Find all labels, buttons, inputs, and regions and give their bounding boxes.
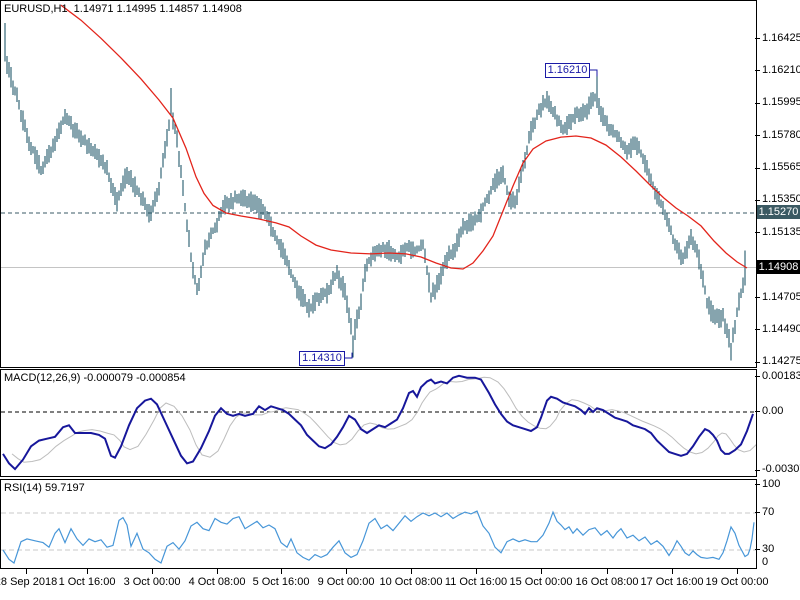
time-axis-tick [346,569,347,574]
time-axis-tick [152,569,153,574]
price-axis-tick [755,103,760,104]
time-axis-label: 3 Oct 00:00 [123,576,181,588]
rsi-axis-tick [755,484,760,485]
price-axis-tick [755,70,760,71]
macd-canvas[interactable] [1,370,756,476]
macd-axis-label: 0.00 [762,404,784,417]
rsi-axis-tick [755,512,760,513]
chart-title: EURUSD,H1 1.14971 1.14995 1.14857 1.1490… [4,3,242,15]
macd-indicator-panel[interactable]: MACD(12,26,9) -0.000079 -0.000854 [0,369,757,477]
rsi-title: RSI(14) 59.7197 [4,482,85,494]
low-price-annotation[interactable]: 1.14310 [299,351,345,366]
chart-window: EURUSD,H1 1.14971 1.14995 1.14857 1.1490… [0,0,800,600]
time-axis-tick [26,569,27,574]
price-axis-tick [755,297,760,298]
time-axis-tick [411,569,412,574]
time-axis-label: 10 Oct 08:00 [379,576,443,588]
rsi-canvas[interactable] [1,480,756,568]
time-axis-tick [476,569,477,574]
time-axis-label: 28 Sep 2018 [0,576,58,588]
rsi-axis-tick [755,549,760,550]
price-axis-tick [755,232,760,233]
time-axis-label: 5 Oct 16:00 [252,576,310,588]
price-axis-label: 1.16425 [762,31,800,44]
price-axis-label: 1.15135 [762,225,800,238]
price-axis-tick [755,362,760,363]
time-axis-tick [217,569,218,574]
main-chart-panel[interactable]: EURUSD,H1 1.14971 1.14995 1.14857 1.1490… [0,0,757,368]
price-axis-label: 1.16210 [762,63,800,76]
time-axis-tick [672,569,673,574]
time-axis-label: 15 Oct 00:00 [509,576,573,588]
macd-title: MACD(12,26,9) -0.000079 -0.000854 [4,372,186,384]
macd-axis-label: -0.003076 [762,463,800,476]
price-chart-canvas[interactable] [1,1,756,367]
rsi-axis-label: 100 [762,477,781,490]
time-axis-tick [607,569,608,574]
price-axis-label: 1.14705 [762,290,800,303]
price-axis-tick [755,200,760,201]
macd-axis-tick [755,470,760,471]
price-axis-label: 1.15995 [762,96,800,109]
rsi-indicator-panel[interactable]: RSI(14) 59.7197 [0,479,757,569]
time-axis-label: 11 Oct 16:00 [444,576,508,588]
rsi-axis-label: 30 [762,542,775,555]
price-axis-tick [755,168,760,169]
time-axis-tick [87,569,88,574]
time-axis-tick [737,569,738,574]
time-axis-label: 1 Oct 16:00 [58,576,116,588]
rsi-axis-label: 0 [762,555,769,568]
high-price-annotation[interactable]: 1.16210 [545,63,590,78]
price-axis-label: 1.15565 [762,161,800,174]
time-axis-label: 9 Oct 00:00 [317,576,375,588]
price-axis-tick [755,135,760,136]
price-axis-label: 1.15780 [762,128,800,141]
alert-price-flag: 1.15270 [757,204,800,219]
time-axis-tick [281,569,282,574]
price-axis-label: 1.14275 [762,355,800,368]
rsi-axis-label: 70 [762,505,775,518]
macd-axis-tick [755,411,760,412]
time-axis-label: 19 Oct 00:00 [705,576,769,588]
price-axis-tick [755,38,760,39]
time-axis-label: 4 Oct 08:00 [188,576,246,588]
macd-axis-label: 0.001831 [762,369,800,382]
price-axis-label: 1.14490 [762,322,800,335]
time-axis-label: 17 Oct 16:00 [640,576,704,588]
current-price-flag: 1.14908 [757,259,800,274]
time-axis-label: 16 Oct 08:00 [575,576,639,588]
time-axis-tick [541,569,542,574]
price-axis-tick [755,329,760,330]
macd-axis-tick [755,376,760,377]
